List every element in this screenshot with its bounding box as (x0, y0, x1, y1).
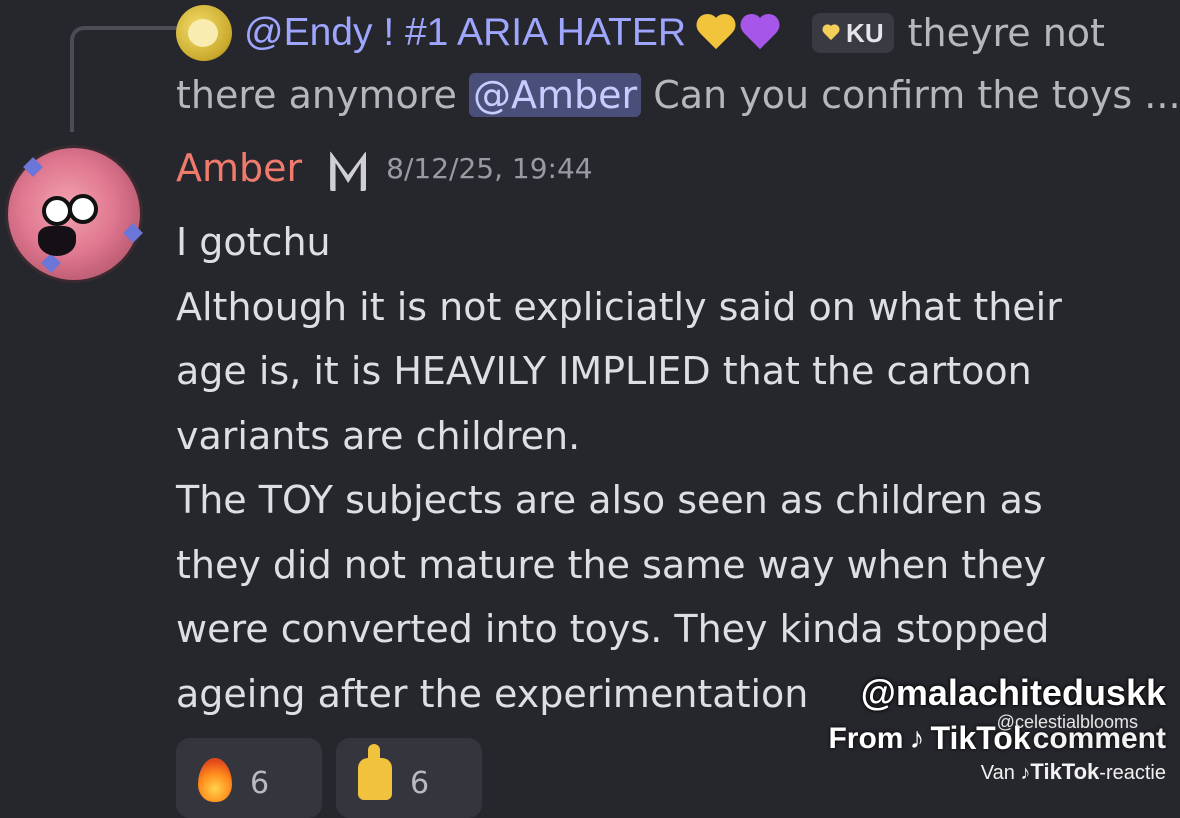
reply-author[interactable]: @Endy ! #1 ARIA HATER (244, 2, 686, 64)
message-line: The TOY subjects are also seen as childr… (176, 478, 1043, 522)
watermark-small-handle: @celestialblooms (996, 712, 1138, 732)
watermark-van: Van (980, 762, 1015, 784)
message-line: I gotchu (176, 220, 331, 264)
message-header: Amber 8/12/25, 19:44 (176, 146, 593, 190)
tiktok-logo-icon: ♪ (909, 721, 925, 755)
message-timestamp[interactable]: 8/12/25, 19:44 (386, 152, 592, 185)
reply-text-line2-end: Can you confirm the toys ... (653, 73, 1180, 117)
mention-amber[interactable]: @Amber (469, 73, 642, 117)
watermark-tiktok-small: TikTok (1030, 759, 1100, 784)
fire-icon (198, 758, 232, 802)
reaction-fire[interactable]: 6 (176, 738, 322, 818)
reaction-thumbs-up[interactable]: 6 (336, 738, 482, 818)
server-tag[interactable]: KU (812, 13, 894, 53)
message-line: they did not mature the same way when th… (176, 542, 1047, 587)
server-tag-label: KU (846, 18, 884, 48)
message-line: Although it is not expliciatly said on w… (176, 284, 1062, 329)
message-body: I gotchu Although it is not expliciatly … (176, 210, 1176, 726)
watermark-from: From (828, 721, 904, 755)
message-line: were converted into toys. They kinda sto… (176, 607, 1050, 651)
reply-avatar[interactable] (176, 5, 232, 61)
reaction-count: 6 (250, 766, 270, 801)
sparkle-icon (41, 253, 61, 273)
reply-text-line1: theyre not (907, 11, 1105, 55)
avatar[interactable] (8, 148, 143, 280)
reactions: 6 6 (176, 738, 482, 818)
message-line: age is, it is HEAVILY IMPLIED that the c… (176, 349, 1032, 393)
avatar-mouth (38, 226, 76, 256)
message-line: variants are children. (176, 413, 581, 458)
yellow-heart-icon (696, 13, 736, 53)
tiktok-logo-icon: ♪ (1020, 762, 1031, 784)
thumbs-up-icon (358, 744, 392, 800)
reaction-count: 6 (410, 766, 430, 801)
reply-connector (70, 26, 182, 132)
watermark-handle: @malachiteduskk (860, 672, 1166, 713)
avatar-eye (68, 194, 98, 224)
message-author[interactable]: Amber (176, 146, 302, 190)
reply-text-line2: there anymore (176, 73, 457, 117)
sparkle-icon (123, 223, 143, 243)
watermark-reactie: -reactie (1099, 762, 1166, 784)
role-badge-icon[interactable] (328, 147, 362, 189)
sparkle-icon (23, 157, 43, 177)
reply-preview[interactable]: @Endy ! #1 ARIA HATER KU theyre not ther… (176, 2, 1180, 126)
heart-icon (822, 25, 840, 41)
purple-heart-icon (740, 13, 780, 53)
tiktok-watermark: @malachiteduskk @celestialblooms From ♪ … (828, 672, 1166, 785)
